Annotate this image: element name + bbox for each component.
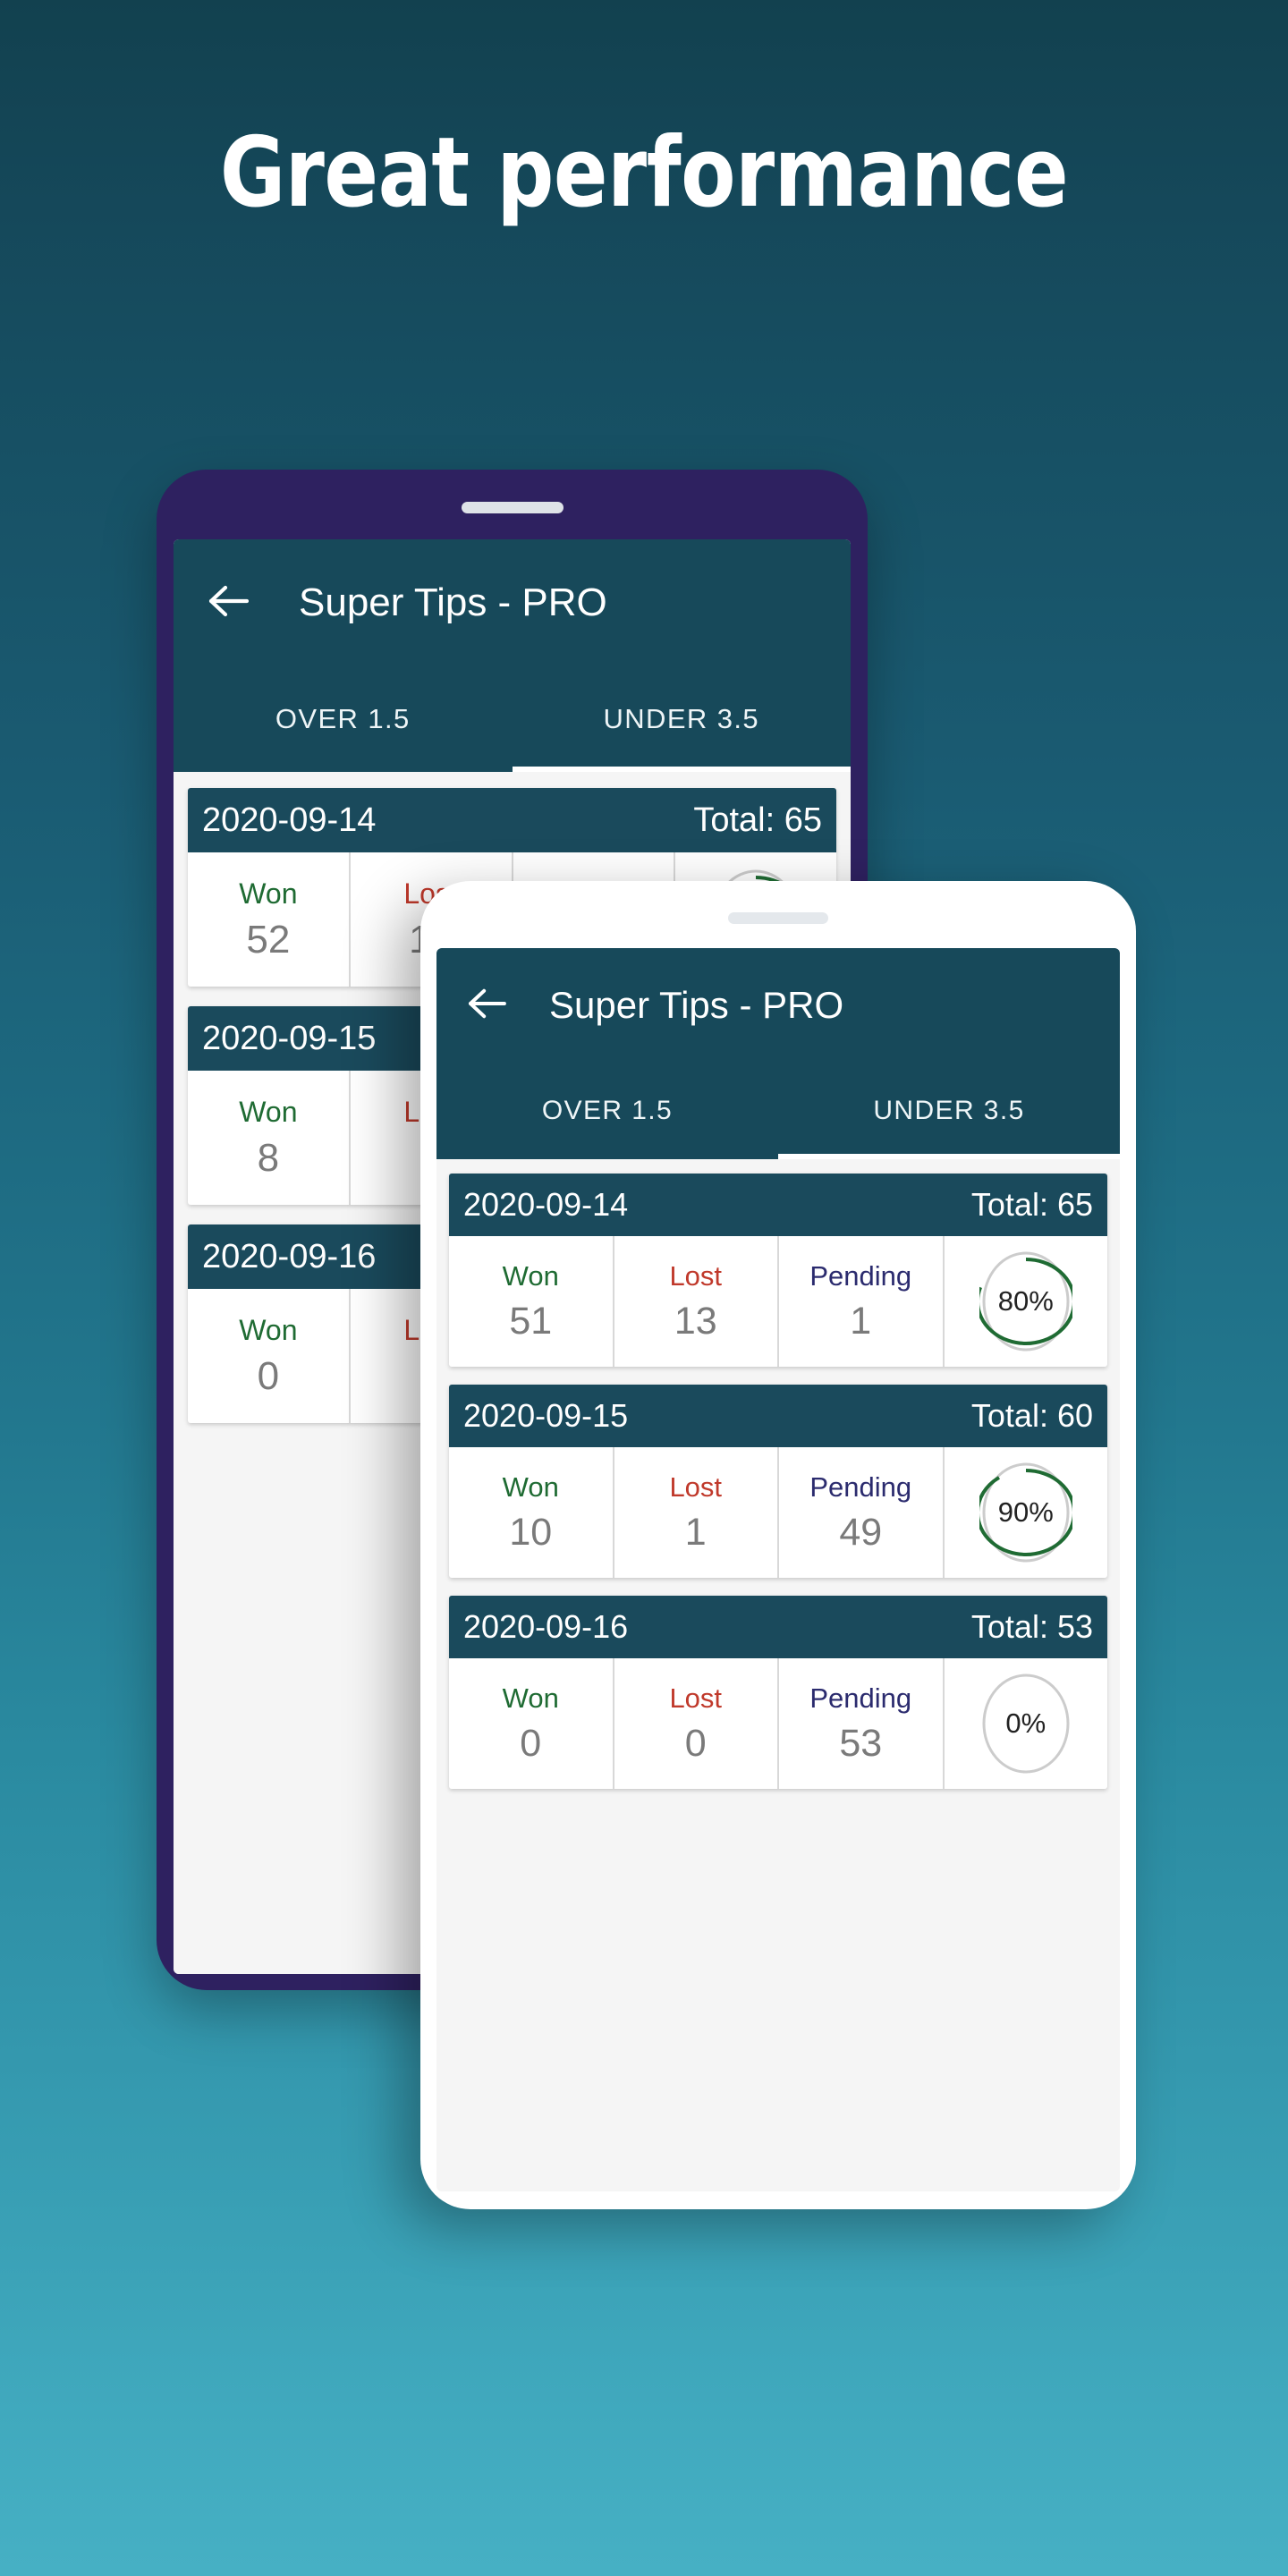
stat-value-pending: 53 bbox=[839, 1721, 883, 1765]
stat-label-won: Won bbox=[239, 1095, 298, 1128]
card-total: Total: 65 bbox=[970, 1186, 1093, 1223]
card-date: 2020-09-16 bbox=[463, 1608, 629, 1645]
tab-over-15[interactable]: OVER 1.5 bbox=[174, 666, 513, 772]
stat-label-pending: Pending bbox=[809, 1470, 912, 1503]
card-total: Total: 60 bbox=[970, 1397, 1093, 1434]
stat-won: Won 8 bbox=[188, 1071, 351, 1205]
stat-won: Won 52 bbox=[188, 852, 351, 987]
card-body: Won 10 Lost 1 Pending 49 90% bbox=[449, 1447, 1107, 1578]
stat-won: Won 10 bbox=[449, 1447, 614, 1578]
stat-label-lost: Lost bbox=[669, 1470, 723, 1503]
stat-value-won: 10 bbox=[509, 1510, 553, 1554]
stats-card[interactable]: 2020-09-15 Total: 60 Won 10 Lost 1 Pendi… bbox=[449, 1385, 1107, 1578]
card-body: Won 51 Lost 13 Pending 1 80% bbox=[449, 1236, 1107, 1367]
stats-card-list-front: 2020-09-14 Total: 65 Won 51 Lost 13 Pend… bbox=[436, 1159, 1120, 2191]
stat-pending: Pending 53 bbox=[779, 1658, 945, 1789]
stat-percentage: 80% bbox=[945, 1236, 1108, 1367]
stat-percentage: 90% bbox=[945, 1447, 1108, 1578]
card-header: 2020-09-14 Total: 65 bbox=[449, 1174, 1107, 1236]
stat-label-won: Won bbox=[239, 1313, 298, 1346]
stat-value-won: 0 bbox=[520, 1721, 542, 1765]
app-bar-title: Super Tips - PRO bbox=[549, 984, 844, 1026]
stat-label-lost: Lost bbox=[669, 1259, 723, 1292]
progress-ring-icon: 90% bbox=[979, 1460, 1072, 1565]
card-date: 2020-09-16 bbox=[202, 1237, 377, 1275]
tab-over-15[interactable]: OVER 1.5 bbox=[436, 1063, 778, 1159]
stat-lost: Lost 13 bbox=[614, 1236, 779, 1367]
phone-speaker-grille bbox=[461, 502, 564, 513]
stats-card[interactable]: 2020-09-14 Total: 65 Won 51 Lost 13 Pend… bbox=[449, 1174, 1107, 1367]
stat-pending: Pending 1 bbox=[779, 1236, 945, 1367]
stat-label-won: Won bbox=[502, 1259, 559, 1292]
percentage-label: 80% bbox=[997, 1285, 1054, 1317]
stat-label-pending: Pending bbox=[809, 1682, 912, 1714]
stat-value-pending: 49 bbox=[839, 1510, 883, 1554]
phone-mockup-front: Super Tips - PRO OVER 1.5 UNDER 3.5 2020… bbox=[420, 881, 1136, 2209]
stat-percentage: 0% bbox=[945, 1658, 1108, 1789]
card-header: 2020-09-15 Total: 60 bbox=[449, 1385, 1107, 1447]
tab-active-indicator bbox=[778, 1154, 1120, 1159]
stat-pending: Pending 49 bbox=[779, 1447, 945, 1578]
page-title: Great performance bbox=[219, 117, 1069, 229]
card-total: Total: 65 bbox=[693, 801, 822, 839]
stat-label-won: Won bbox=[239, 877, 298, 910]
stat-value-won: 51 bbox=[509, 1299, 553, 1343]
stat-won: Won 51 bbox=[449, 1236, 614, 1367]
stat-lost: Lost 1 bbox=[614, 1447, 779, 1578]
stat-lost: Lost 0 bbox=[614, 1658, 779, 1789]
phone-screen-front: Super Tips - PRO OVER 1.5 UNDER 3.5 2020… bbox=[436, 948, 1120, 2191]
stat-label-won: Won bbox=[502, 1470, 559, 1503]
stat-value-won: 8 bbox=[257, 1135, 280, 1180]
app-bar-title: Super Tips - PRO bbox=[299, 580, 607, 624]
card-header: 2020-09-16 Total: 53 bbox=[449, 1596, 1107, 1658]
stat-value-pending: 1 bbox=[850, 1299, 872, 1343]
stat-won: Won 0 bbox=[449, 1658, 614, 1789]
phone-speaker-grille bbox=[728, 912, 828, 924]
stat-value-won: 52 bbox=[246, 917, 291, 962]
stat-value-lost: 13 bbox=[674, 1299, 717, 1343]
stat-label-pending: Pending bbox=[809, 1259, 912, 1292]
stat-won: Won 0 bbox=[188, 1289, 351, 1423]
app-bar-front: Super Tips - PRO bbox=[436, 948, 1120, 1063]
stat-label-won: Won bbox=[502, 1682, 559, 1714]
tab-under-35[interactable]: UNDER 3.5 bbox=[513, 666, 852, 772]
tab-under-35[interactable]: UNDER 3.5 bbox=[778, 1063, 1120, 1159]
progress-ring-icon: 0% bbox=[979, 1671, 1072, 1776]
card-date: 2020-09-14 bbox=[463, 1186, 629, 1223]
card-date: 2020-09-14 bbox=[202, 801, 377, 839]
card-total: Total: 53 bbox=[970, 1608, 1093, 1645]
card-body: Won 0 Lost 0 Pending 53 bbox=[449, 1658, 1107, 1789]
tab-bar-front: OVER 1.5 UNDER 3.5 bbox=[436, 1063, 1120, 1159]
tab-active-indicator bbox=[512, 767, 851, 772]
stat-value-lost: 0 bbox=[684, 1721, 707, 1765]
stats-card[interactable]: 2020-09-16 Total: 53 Won 0 Lost 0 Pendin… bbox=[449, 1596, 1107, 1789]
tab-bar-back: OVER 1.5 UNDER 3.5 bbox=[174, 666, 851, 772]
card-date: 2020-09-15 bbox=[463, 1397, 629, 1434]
arrow-left-icon[interactable] bbox=[208, 584, 250, 623]
progress-ring-icon: 80% bbox=[979, 1249, 1072, 1354]
stat-value-lost: 1 bbox=[684, 1510, 707, 1554]
stat-label-lost: Lost bbox=[669, 1682, 723, 1714]
card-date: 2020-09-15 bbox=[202, 1019, 377, 1057]
arrow-left-icon[interactable] bbox=[467, 987, 506, 1024]
card-header: 2020-09-14 Total: 65 bbox=[188, 788, 836, 852]
stat-value-won: 0 bbox=[257, 1353, 280, 1398]
percentage-label: 90% bbox=[997, 1496, 1054, 1528]
app-bar-back: Super Tips - PRO bbox=[174, 539, 851, 666]
percentage-label: 0% bbox=[1005, 1707, 1046, 1739]
